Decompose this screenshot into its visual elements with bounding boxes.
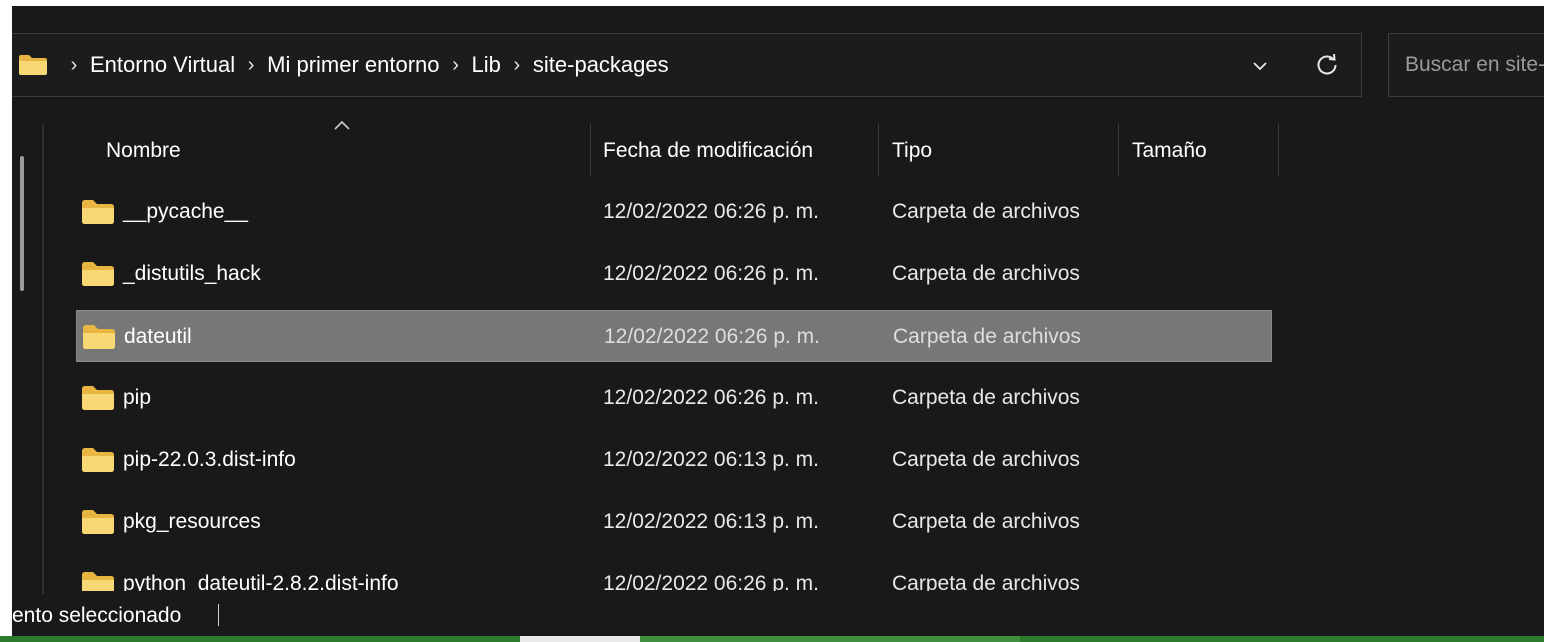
column-header-date[interactable]: Fecha de modificación — [603, 121, 877, 181]
file-date: 12/02/2022 06:26 p. m. — [603, 572, 819, 591]
chevron-right-icon[interactable]: › — [503, 54, 531, 77]
chevron-right-icon[interactable]: › — [442, 54, 470, 77]
file-explorer-window: › Entorno Virtual › Mi primer entorno › … — [12, 6, 1544, 636]
chevron-down-icon[interactable] — [1246, 52, 1274, 80]
file-row-pycache[interactable]: __pycache__ 12/02/2022 06:26 p. m. Carpe… — [76, 186, 1272, 238]
search-box[interactable] — [1388, 33, 1544, 97]
file-type: Carpeta de archivos — [892, 200, 1080, 223]
file-date: 12/02/2022 06:26 p. m. — [603, 262, 819, 285]
breadcrumb-item-site-packages[interactable]: site-packages — [531, 52, 671, 78]
file-type: Carpeta de archivos — [893, 325, 1081, 348]
file-name: pip — [123, 386, 152, 409]
column-divider[interactable] — [1278, 124, 1279, 176]
file-row-python-dateutil-dist-info[interactable]: python_dateutil-2.8.2.dist-info 12/02/20… — [76, 558, 1272, 591]
status-bar: ento seleccionado — [12, 596, 1544, 636]
file-row-distutils-hack[interactable]: _distutils_hack 12/02/2022 06:26 p. m. C… — [76, 248, 1272, 300]
column-header-label: Nombre — [106, 139, 181, 162]
file-name: pip-22.0.3.dist-info — [123, 448, 296, 471]
folder-icon — [82, 510, 114, 534]
column-divider[interactable] — [878, 124, 879, 176]
breadcrumb-item-entorno-virtual[interactable]: Entorno Virtual — [88, 52, 237, 78]
column-header-label: Tamaño — [1132, 139, 1207, 162]
breadcrumb-item-mi-primer-entorno[interactable]: Mi primer entorno — [265, 52, 441, 78]
file-type: Carpeta de archivos — [892, 572, 1080, 591]
file-date: 12/02/2022 06:26 p. m. — [604, 325, 820, 348]
desktop-background-segment — [520, 636, 640, 642]
file-type: Carpeta de archivos — [892, 510, 1080, 533]
chevron-right-icon[interactable]: › — [237, 54, 265, 77]
file-type: Carpeta de archivos — [892, 386, 1080, 409]
chevron-right-icon[interactable]: › — [60, 54, 88, 77]
column-divider[interactable] — [590, 124, 591, 176]
desktop-background-segment — [640, 636, 1020, 642]
file-name: __pycache__ — [123, 200, 248, 223]
file-date: 12/02/2022 06:13 p. m. — [603, 448, 819, 471]
breadcrumb: › Entorno Virtual › Mi primer entorno › … — [60, 34, 671, 96]
file-date: 12/02/2022 06:26 p. m. — [603, 200, 819, 223]
folder-icon — [19, 55, 47, 75]
column-header-type[interactable]: Tipo — [892, 121, 1117, 181]
file-type: Carpeta de archivos — [892, 262, 1080, 285]
file-list: __pycache__ 12/02/2022 06:26 p. m. Carpe… — [12, 186, 1544, 591]
folder-icon — [82, 448, 114, 472]
status-divider — [218, 604, 219, 626]
search-input[interactable] — [1389, 34, 1544, 96]
folder-icon — [82, 200, 114, 224]
folder-icon — [82, 386, 114, 410]
breadcrumb-item-lib[interactable]: Lib — [470, 52, 503, 78]
address-bar[interactable]: › Entorno Virtual › Mi primer entorno › … — [12, 33, 1362, 97]
column-divider[interactable] — [1118, 124, 1119, 176]
file-row-dateutil[interactable]: dateutil 12/02/2022 06:26 p. m. Carpeta … — [76, 310, 1272, 362]
file-name: _distutils_hack — [123, 262, 261, 285]
folder-icon — [82, 262, 114, 286]
file-row-pip-dist-info[interactable]: pip-22.0.3.dist-info 12/02/2022 06:13 p.… — [76, 434, 1272, 486]
file-name: dateutil — [124, 325, 192, 348]
column-header-label: Tipo — [892, 139, 933, 162]
file-name: pkg_resources — [123, 510, 261, 533]
file-type: Carpeta de archivos — [892, 448, 1080, 471]
folder-icon — [83, 325, 115, 349]
file-date: 12/02/2022 06:26 p. m. — [603, 386, 819, 409]
desktop-background-strip — [0, 636, 1544, 642]
folder-icon — [82, 572, 114, 591]
file-name: python_dateutil-2.8.2.dist-info — [123, 572, 399, 591]
refresh-icon[interactable] — [1312, 50, 1342, 80]
file-row-pip[interactable]: pip 12/02/2022 06:26 p. m. Carpeta de ar… — [76, 372, 1272, 424]
status-selection-text: ento seleccionado — [12, 604, 182, 627]
column-header-name[interactable]: Nombre — [106, 121, 586, 181]
column-header-label: Fecha de modificación — [603, 139, 814, 162]
file-date: 12/02/2022 06:13 p. m. — [603, 510, 819, 533]
column-header-size[interactable]: Tamaño — [1132, 121, 1277, 181]
file-row-pkg-resources[interactable]: pkg_resources 12/02/2022 06:13 p. m. Car… — [76, 496, 1272, 548]
